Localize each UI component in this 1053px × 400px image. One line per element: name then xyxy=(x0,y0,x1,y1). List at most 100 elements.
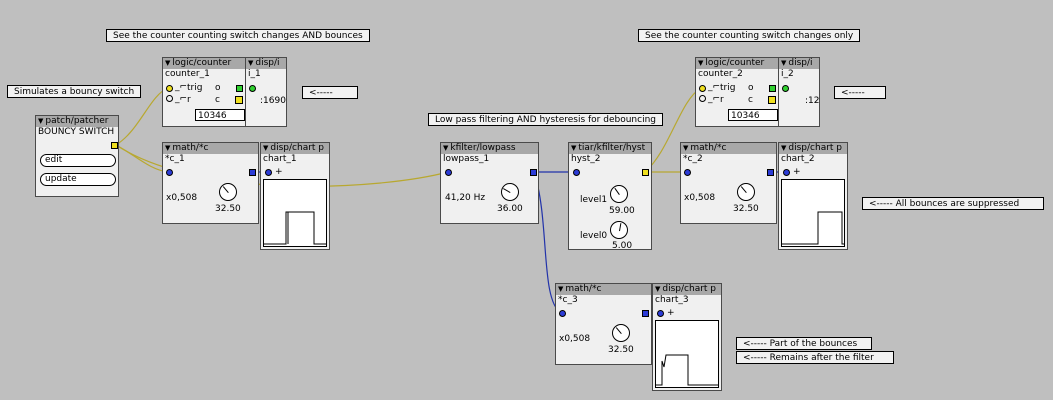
plus-label: + xyxy=(793,167,801,177)
collapse-triangle-icon[interactable]: ▼ xyxy=(558,285,563,293)
comment-arrow-1: <----- xyxy=(302,86,358,99)
instance-name: *c_2 xyxy=(683,154,703,164)
level1-knob[interactable] xyxy=(610,185,628,203)
r-label: r xyxy=(187,95,191,105)
r-inlet[interactable] xyxy=(699,95,706,102)
collapse-triangle-icon[interactable]: ▼ xyxy=(683,144,688,152)
knob-value: 32.50 xyxy=(608,345,634,355)
c-toggle[interactable] xyxy=(235,96,243,104)
math-c-2-object[interactable]: ▼ math/*c *c_2 x0,508 32.50 xyxy=(680,142,777,224)
level0-knob[interactable] xyxy=(610,221,628,239)
disp-i-1-object[interactable]: ▼ disp/i i_1 :1690 xyxy=(245,57,287,127)
cutoff-knob[interactable] xyxy=(501,183,519,201)
counter-max-spinbox[interactable]: 10346 xyxy=(195,109,245,121)
gain-knob[interactable] xyxy=(219,183,237,201)
comment-suppressed: <----- All bounces are suppressed xyxy=(862,197,1044,210)
collapse-triangle-icon[interactable]: ▼ xyxy=(38,117,43,125)
inlet-port[interactable] xyxy=(249,85,256,92)
collapse-triangle-icon[interactable]: ▼ xyxy=(781,144,786,152)
collapse-triangle-icon[interactable]: ▼ xyxy=(165,144,170,152)
chart-trace xyxy=(782,211,844,245)
o-label: o xyxy=(748,83,754,93)
object-type: disp/chart p xyxy=(662,284,717,294)
factor-value: x0,508 xyxy=(684,193,716,203)
comment-changes-only: See the counter counting switch changes … xyxy=(638,29,861,42)
chart-trace xyxy=(264,211,326,245)
knob-value: 36.00 xyxy=(497,204,523,214)
outlet-port[interactable] xyxy=(530,169,537,176)
collapse-triangle-icon[interactable]: ▼ xyxy=(443,144,448,152)
chart-3-object[interactable]: ▼ disp/chart p chart_3 + xyxy=(652,283,722,391)
inlet-port[interactable] xyxy=(573,169,580,176)
r-label: r xyxy=(720,95,724,105)
object-type: logic/counter xyxy=(172,58,232,68)
object-type: disp/chart p xyxy=(788,143,843,153)
outlet-port[interactable] xyxy=(249,169,256,176)
gain-knob[interactable] xyxy=(612,324,630,342)
counter-1-object[interactable]: ▼ logic/counter counter_1 _⌐ trig o _⌐ r … xyxy=(162,57,247,127)
counter-2-object[interactable]: ▼ logic/counter counter_2 _⌐ trig o _⌐ r … xyxy=(695,57,780,127)
chart-display xyxy=(781,179,845,247)
plus-label: + xyxy=(275,167,283,177)
collapse-triangle-icon[interactable]: ▼ xyxy=(165,59,170,67)
comment-lowpass: Low pass filtering AND hysteresis for de… xyxy=(428,113,663,126)
trig-inlet[interactable] xyxy=(699,85,706,92)
counter-max-spinbox[interactable]: 10346 xyxy=(728,109,778,121)
chart-1-object[interactable]: ▼ disp/chart p chart_1 + xyxy=(260,142,330,250)
trig-label: trig xyxy=(187,83,203,93)
display-value: :1690 xyxy=(260,96,286,106)
inlet-port[interactable] xyxy=(684,169,691,176)
math-c-3-object[interactable]: ▼ math/*c *c_3 x0,508 32.50 xyxy=(555,283,652,365)
collapse-triangle-icon[interactable]: ▼ xyxy=(571,144,576,152)
r-edge-icon: _⌐ xyxy=(708,94,721,104)
c-toggle[interactable] xyxy=(768,96,776,104)
gain-knob[interactable] xyxy=(737,183,755,201)
outlet-port[interactable] xyxy=(111,142,118,149)
inlet-port[interactable] xyxy=(445,169,452,176)
o-label: o xyxy=(215,83,221,93)
disp-i-2-object[interactable]: ▼ disp/i i_2 :12 xyxy=(778,57,820,127)
hyst-2-object[interactable]: ▼ tiar/kfilter/hyst hyst_2 level1 59.00 l… xyxy=(568,142,652,251)
instance-name: chart_1 xyxy=(263,154,297,164)
inlet-port[interactable] xyxy=(782,85,789,92)
instance-name: lowpass_1 xyxy=(443,154,490,164)
inlet-port[interactable] xyxy=(265,169,272,176)
o-outlet[interactable] xyxy=(236,85,243,92)
collapse-triangle-icon[interactable]: ▼ xyxy=(248,59,253,67)
collapse-triangle-icon[interactable]: ▼ xyxy=(655,285,660,293)
object-type: disp/i xyxy=(255,58,280,68)
inlet-port[interactable] xyxy=(783,169,790,176)
inlet-port[interactable] xyxy=(657,310,664,317)
instance-name: counter_2 xyxy=(698,69,743,79)
collapse-triangle-icon[interactable]: ▼ xyxy=(781,59,786,67)
math-c-1-object[interactable]: ▼ math/*c *c_1 x0,508 32.50 xyxy=(162,142,259,224)
chart-2-object[interactable]: ▼ disp/chart p chart_2 + xyxy=(778,142,848,250)
collapse-triangle-icon[interactable]: ▼ xyxy=(263,144,268,152)
outlet-port[interactable] xyxy=(767,169,774,176)
lowpass-1-object[interactable]: ▼ kfilter/lowpass lowpass_1 41,20 Hz 36.0… xyxy=(440,142,539,224)
instance-name: i_2 xyxy=(781,69,794,79)
inlet-port[interactable] xyxy=(559,310,566,317)
instance-name: *c_3 xyxy=(558,295,578,305)
update-button[interactable]: update xyxy=(40,173,116,186)
outlet-port[interactable] xyxy=(642,169,649,176)
r-inlet[interactable] xyxy=(166,95,173,102)
object-type: logic/counter xyxy=(705,58,765,68)
inlet-port[interactable] xyxy=(166,169,173,176)
outlet-port[interactable] xyxy=(642,310,649,317)
o-outlet[interactable] xyxy=(769,85,776,92)
chart-trace xyxy=(656,354,718,386)
patcher-object[interactable]: ▼ patch/patcher BOUNCY SWITCH edit update xyxy=(35,115,119,197)
level1-label: level1 xyxy=(580,195,608,205)
object-type: tiar/kfilter/hyst xyxy=(578,143,646,153)
trig-edge-icon: _⌐ xyxy=(175,82,188,92)
level1-value: 59.00 xyxy=(609,206,635,216)
trig-edge-icon: _⌐ xyxy=(708,82,721,92)
collapse-triangle-icon[interactable]: ▼ xyxy=(698,59,703,67)
c-label: c xyxy=(748,95,753,105)
edit-button[interactable]: edit xyxy=(40,154,116,167)
trig-inlet[interactable] xyxy=(166,85,173,92)
cutoff-frequency: 41,20 Hz xyxy=(445,193,486,203)
knob-value: 32.50 xyxy=(733,204,759,214)
object-type: disp/i xyxy=(788,58,813,68)
